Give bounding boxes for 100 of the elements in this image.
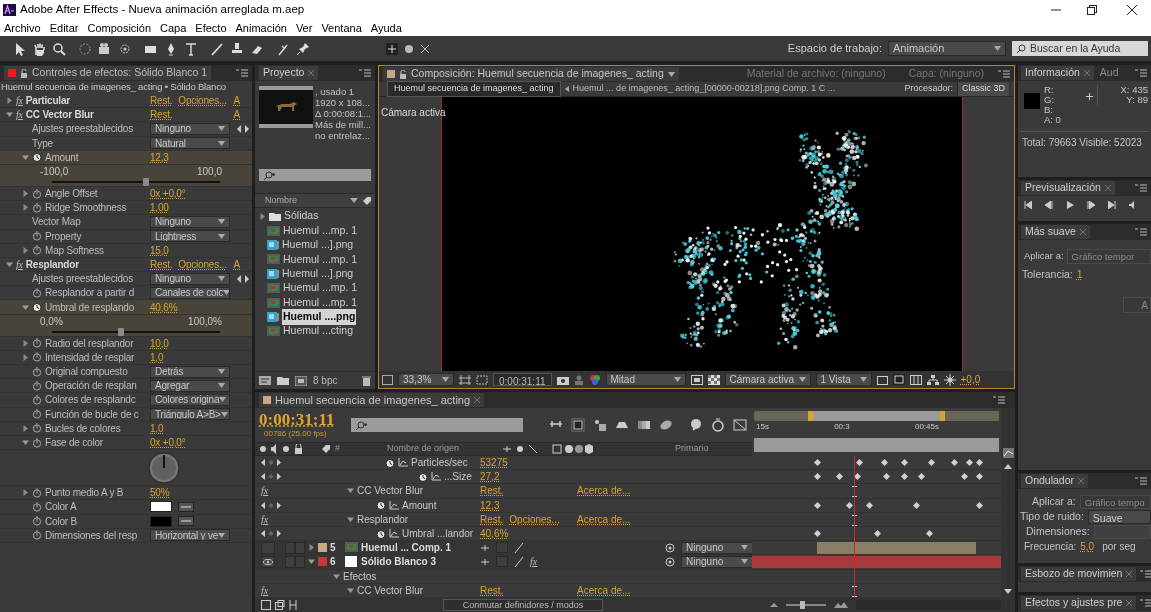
property-value[interactable]: 40,6%: [150, 299, 178, 315]
keyframe-nav-icon[interactable]: [261, 501, 281, 509]
stopwatch-icon[interactable]: [32, 409, 42, 420]
visibility-toggle[interactable]: [261, 555, 275, 568]
panel-menu-icon[interactable]: [1135, 477, 1147, 485]
scroll-down-icon[interactable]: [1004, 589, 1012, 594]
property-value[interactable]: 10,0: [150, 335, 169, 351]
expand-arrow-icon[interactable]: [308, 544, 315, 552]
property-dropdown[interactable]: Ninguno: [150, 215, 230, 228]
project-item[interactable]: Huemul ...mp. 1: [283, 280, 358, 297]
project-item[interactable]: Huemul ...cting: [283, 323, 354, 340]
live-update-icon[interactable]: [732, 418, 747, 432]
stopwatch-icon[interactable]: [32, 530, 42, 541]
stopwatch-icon[interactable]: [385, 457, 395, 468]
property-dropdown[interactable]: Lightness: [150, 230, 230, 243]
panel-menu-icon[interactable]: [1135, 69, 1147, 77]
zoom-tool-icon[interactable]: [52, 41, 66, 56]
project-item[interactable]: Huemul ...mp. 1: [283, 251, 358, 268]
exposure-icon[interactable]: [943, 373, 956, 386]
color-channels-icon[interactable]: [588, 374, 601, 385]
layer-switches-toggle-icon[interactable]: [261, 600, 271, 610]
mask-icon[interactable]: [476, 374, 488, 385]
eyedropper-icon[interactable]: [178, 501, 194, 512]
renderer-button[interactable]: Classic 3D: [957, 81, 1010, 97]
stopwatch-icon[interactable]: [32, 380, 42, 391]
comp-breadcrumb[interactable]: Huemul secuencia de imagenes_ acting: [387, 81, 561, 97]
hide-shy-icon[interactable]: [592, 418, 607, 432]
menu-item[interactable]: Animación: [235, 19, 287, 37]
project-item[interactable]: Huemul ....png: [282, 309, 357, 325]
panel-menu-icon[interactable]: [993, 396, 1005, 404]
property-value[interactable]: 12,3: [480, 497, 500, 513]
expand-arrow-icon[interactable]: [22, 424, 29, 432]
reset-link[interactable]: Rest.: [480, 582, 504, 598]
fx-badge[interactable]: fx: [261, 582, 269, 598]
transparency-grid-icon[interactable]: [707, 374, 720, 385]
next-frame-icon[interactable]: [1087, 201, 1095, 209]
new-composition-icon[interactable]: [295, 375, 307, 386]
about-link[interactable]: Acerca de...: [577, 582, 631, 598]
property-dropdown[interactable]: Natural: [150, 137, 230, 150]
property-dropdown[interactable]: Detrás: [150, 365, 230, 378]
color-swatch[interactable]: [150, 515, 172, 527]
stopwatch-icon[interactable]: [32, 437, 42, 448]
keyframe-nav-icon[interactable]: [261, 473, 281, 481]
stopwatch-icon[interactable]: [32, 231, 42, 242]
work-area-bar[interactable]: [754, 411, 999, 421]
project-item[interactable]: Huemul ...].png: [282, 265, 354, 282]
stopwatch-icon[interactable]: [32, 394, 42, 405]
noise-type-dropdown[interactable]: Suave: [1087, 509, 1151, 524]
stopwatch-icon[interactable]: [32, 501, 42, 512]
panel-menu-icon[interactable]: [1140, 570, 1151, 578]
camera-tool-icon[interactable]: [98, 41, 112, 56]
property-value[interactable]: 27,2: [480, 469, 500, 485]
panel-menu-icon[interactable]: [236, 69, 248, 77]
menu-item[interactable]: Ventana: [321, 19, 362, 37]
keyframe-icon[interactable]: [813, 501, 821, 509]
panel-tab[interactable]: Previsualización: [1021, 181, 1115, 195]
pick-whip-icon[interactable]: [665, 556, 675, 567]
stopwatch-icon[interactable]: [32, 188, 42, 199]
menu-item[interactable]: Efecto: [195, 19, 227, 37]
expand-arrow-icon[interactable]: [259, 212, 266, 220]
about-link[interactable]: Acerca de...: [577, 511, 631, 527]
expand-arrow-icon[interactable]: [347, 515, 354, 523]
panel-menu-icon[interactable]: [1140, 599, 1151, 607]
grid-icon[interactable]: [459, 374, 471, 385]
options-link[interactable]: Opciones...: [178, 256, 227, 272]
expand-arrow-icon[interactable]: [22, 489, 29, 497]
slider-thumb[interactable]: [143, 178, 150, 187]
view-layout-dropdown[interactable]: 1 Vista: [815, 373, 872, 386]
expand-arrow-icon[interactable]: [6, 97, 13, 105]
timecode-button[interactable]: 0:00:31:11: [493, 373, 552, 386]
stopwatch-icon[interactable]: [32, 287, 42, 298]
panel-tab[interactable]: Efectos y ajustes pre: [1021, 596, 1137, 610]
apply-button[interactable]: A: [1123, 296, 1151, 313]
menu-item[interactable]: Composición: [87, 19, 152, 37]
slider-track[interactable]: [52, 331, 220, 334]
stopwatch-icon[interactable]: [32, 366, 42, 377]
quality-switch-icon[interactable]: [514, 556, 524, 567]
expand-arrow-icon[interactable]: [6, 260, 13, 268]
keyframe-icon[interactable]: [866, 501, 873, 509]
layer-label-color[interactable]: [318, 543, 327, 553]
menu-item[interactable]: Editar: [49, 19, 79, 37]
about-link[interactable]: A: [233, 107, 252, 123]
eyedropper-icon[interactable]: [178, 516, 194, 527]
panel-tab[interactable]: Controles de efectos: Sólido Blanco 1: [4, 66, 212, 80]
layer-label-color[interactable]: [318, 557, 327, 567]
keyframe-nav-icon[interactable]: [261, 459, 281, 467]
property-value[interactable]: 53275: [480, 456, 508, 471]
workspace-dropdown[interactable]: Animación: [888, 41, 1006, 56]
shy-switch-icon[interactable]: [480, 543, 490, 552]
transfer-controls-icon[interactable]: [275, 600, 285, 610]
graph-editor-icon[interactable]: [1002, 448, 1014, 458]
project-item[interactable]: Huemul ...mp. 1: [283, 294, 358, 311]
stopwatch-icon[interactable]: [376, 500, 386, 511]
stopwatch-icon[interactable]: [32, 352, 42, 363]
pick-whip-icon[interactable]: [665, 542, 675, 553]
stopwatch-icon[interactable]: [32, 423, 42, 434]
brainstorm-icon[interactable]: [658, 418, 673, 432]
property-value[interactable]: 40,6%: [480, 526, 509, 542]
stopwatch-icon[interactable]: [418, 471, 428, 482]
panel-tab[interactable]: Proyecto: [259, 66, 319, 80]
